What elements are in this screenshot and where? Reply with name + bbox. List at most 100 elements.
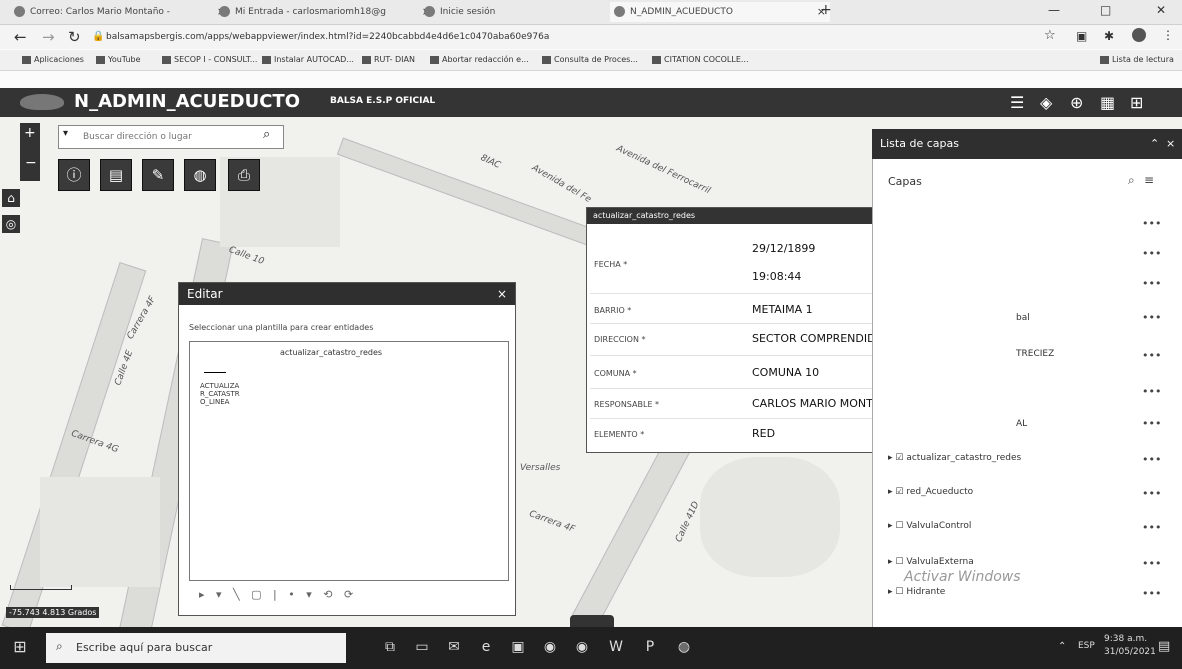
list-icon[interactable]: ▤ [100,159,132,191]
avatar[interactable] [1132,28,1146,42]
locate-icon[interactable]: ◎ [2,215,20,233]
app-icon[interactable]: ◍ [674,637,694,657]
reload-icon[interactable]: ↻ [68,27,81,47]
task-view-icon[interactable]: ⧉ [380,637,400,657]
mail-icon[interactable]: ✉ [444,637,464,657]
layer-item[interactable]: ▸ ☑ red_Acueducto [888,487,973,497]
globe-icon [614,6,625,17]
menu-dots-icon[interactable]: ⋮ [1162,28,1174,42]
tab-active[interactable]: N_ADMIN_ACUEDUCTO × [610,2,830,22]
extension-icon[interactable]: ▣ [1076,29,1087,43]
template-item[interactable]: ACTUALIZAR_CATASTRO_LINEA [200,382,240,406]
home-icon[interactable]: ⌂ [2,189,20,207]
legend-icon[interactable]: ⊞ [1130,93,1143,112]
more-options-icon[interactable]: ••• [1142,385,1161,398]
barrio-field[interactable]: METAIMA 1 [752,303,813,316]
checkbox-icon[interactable]: ☑ [895,487,903,497]
powerpoint-icon[interactable]: P [640,637,660,657]
table-icon[interactable]: ▦ [1100,93,1115,112]
edge-icon[interactable]: e [476,637,496,657]
more-options-icon[interactable]: ••• [1142,417,1161,430]
bookmark-item[interactable]: RUT- DIAN [362,53,415,67]
url-field[interactable]: balsamapsbergis.com/apps/webappviewer/in… [106,28,1006,46]
checkbox-icon[interactable]: ☐ [895,557,903,567]
windows-start-icon[interactable]: ⊞ [10,637,30,657]
more-options-icon[interactable]: ••• [1142,311,1161,324]
more-options-icon[interactable]: ••• [1142,521,1161,534]
close-icon[interactable]: × [1166,129,1175,159]
comuna-field[interactable]: COMUNA 10 [752,366,819,379]
chrome-icon[interactable]: ◉ [540,637,560,657]
map-block [40,477,160,587]
filter-icon[interactable]: ≡ [1144,173,1154,187]
info-icon[interactable]: ⓘ [58,159,90,191]
layer-item[interactable]: ▸ ☑ actualizar_catastro_redes [888,453,1021,463]
tab-correo[interactable]: Correo: Carlos Mario Montaño - × [10,2,230,22]
more-options-icon[interactable]: ••• [1142,487,1161,500]
tab-entrada[interactable]: Mi Entrada - carlosmariomh18@g× [215,2,435,22]
print-icon[interactable]: ⎙ [228,159,260,191]
layer-item[interactable]: ▸ ☐ ValvulaControl [888,521,971,531]
bookmark-item[interactable]: Abortar redacción e... [430,53,529,67]
more-options-icon[interactable]: ••• [1142,453,1161,466]
search-dropdown-icon[interactable]: ▾ [63,128,68,139]
more-options-icon[interactable]: ••• [1142,217,1161,230]
search-input[interactable] [81,127,255,147]
chrome-active-icon[interactable]: ◉ [572,637,592,657]
minimize-button[interactable]: — [1048,3,1060,17]
bookmark-item[interactable]: Consulta de Proces... [542,53,638,67]
notifications-icon[interactable]: ▤ [1158,639,1170,654]
maximize-button[interactable]: □ [1100,3,1111,17]
measure-icon[interactable]: ◍ [184,159,216,191]
bookmark-item[interactable]: CITATION COCOLLE... [652,53,749,67]
tray-chevron-icon[interactable]: ⌃ [1058,641,1066,652]
close-icon[interactable]: × [497,283,507,305]
more-options-icon[interactable]: ••• [1142,349,1161,362]
elemento-field[interactable]: RED [752,427,775,440]
close-window-button[interactable]: ✕ [1156,3,1166,17]
search-icon[interactable]: ⌕ [1128,173,1135,188]
store-icon[interactable]: ▣ [508,637,528,657]
new-tab-button[interactable]: + [820,2,832,18]
file-explorer-icon[interactable]: ▭ [412,637,432,657]
time-field[interactable]: 19:08:44 [752,270,801,283]
basemap-icon[interactable]: ⊕ [1070,93,1083,112]
more-options-icon[interactable]: ••• [1142,587,1161,600]
bookmark-item[interactable]: Instalar AUTOCAD... [262,53,354,67]
zoom-in-button[interactable]: + [24,125,36,141]
date-field[interactable]: 29/12/1899 [752,242,815,255]
taskbar-search[interactable]: ⌕ Escribe aquí para buscar [46,633,346,663]
forward-arrow-icon[interactable]: → [42,27,55,47]
bookmark-item[interactable]: SECOP I - CONSULT... [162,53,257,67]
more-options-icon[interactable]: ••• [1142,277,1161,290]
more-options-icon[interactable]: ••• [1142,557,1161,570]
map-canvas[interactable]: Avenida del Ferrocarril Avenida del Fe C… [0,117,1182,627]
bookmark-item[interactable]: YouTube [96,53,141,67]
language-indicator[interactable]: ESP [1078,641,1095,651]
layer-list-icon[interactable]: ☰ [1010,93,1024,112]
layer-item[interactable]: ▸ ☐ ValvulaExterna [888,557,974,567]
word-icon[interactable]: W [606,637,626,657]
drawing-tools[interactable]: ▸ ▾ ╲ ▢ | • ▾ ⟲ ⟳ [199,588,357,601]
bookmark-item[interactable]: Aplicaciones [22,53,84,67]
field-label-direccion: DIRECCION * [594,335,646,344]
edit-pencil-icon[interactable]: ✎ [142,159,174,191]
attribute-table-toggle[interactable] [570,615,614,627]
checkbox-icon[interactable]: ☐ [895,587,903,597]
layer-item[interactable]: ▸ ☐ Hidrante [888,587,945,597]
checkbox-icon[interactable]: ☑ [895,453,903,463]
zoom-out-button[interactable]: − [25,155,37,171]
star-icon[interactable]: ☆ [1044,28,1056,43]
clock-date[interactable]: 31/05/2021 [1104,647,1156,657]
back-arrow-icon[interactable]: ← [14,27,27,47]
search-icon[interactable]: ⌕ [263,127,270,142]
puzzle-icon[interactable]: ✱ [1104,29,1114,43]
clock-time[interactable]: 9:38 a.m. [1104,634,1147,644]
collapse-icon[interactable]: ⌃ [1150,129,1159,159]
layer-list-panel [872,129,1182,627]
tab-login[interactable]: Inicie sesión× [420,2,625,22]
more-options-icon[interactable]: ••• [1142,247,1161,260]
reading-list-button[interactable]: Lista de lectura [1100,53,1174,67]
checkbox-icon[interactable]: ☐ [895,521,903,531]
layers-icon[interactable]: ◈ [1040,93,1052,112]
